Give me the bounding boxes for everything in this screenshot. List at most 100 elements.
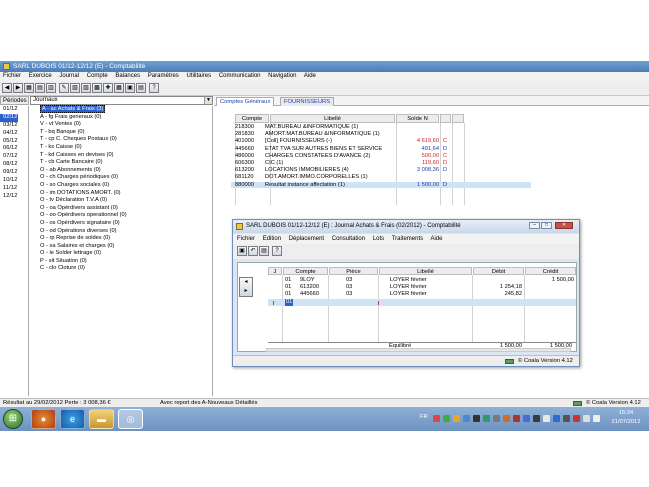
menu-aide[interactable]: Aide bbox=[304, 73, 316, 79]
dialog-menu-deplacement[interactable]: Déplacement bbox=[289, 236, 324, 242]
column-header-j[interactable]: J bbox=[268, 267, 282, 275]
tray-app-icon[interactable] bbox=[513, 415, 520, 422]
periode-item[interactable]: 11/12 bbox=[0, 185, 28, 193]
account-row[interactable]: 445660 ETAT TVA SUR AUTRES BIENS ET SERVI… bbox=[231, 146, 531, 153]
undo-icon[interactable]: ↶ bbox=[248, 246, 258, 256]
journal-entry-row[interactable]: 01 445660 03 LOYER février 245,82 bbox=[268, 291, 576, 298]
grid-icon[interactable]: ▤ bbox=[35, 83, 45, 93]
journal-item[interactable]: O - oo Opérdivers operationnel (0) bbox=[30, 212, 212, 220]
column-header-compte[interactable]: Compte bbox=[235, 114, 269, 123]
journal-item[interactable]: O - le Solder lettrage (0) bbox=[30, 250, 212, 258]
journal-item[interactable]: A - fg Frais generaux (0) bbox=[30, 114, 212, 122]
new-entry-j-cell[interactable]: 01 bbox=[285, 299, 294, 306]
tray-app-icon[interactable] bbox=[453, 415, 460, 422]
network-icon[interactable] bbox=[583, 415, 590, 422]
internet-explorer-icon[interactable]: e bbox=[60, 409, 85, 429]
journal-item[interactable]: O - so Charges sociales (0) bbox=[30, 182, 212, 190]
back-arrow-icon[interactable]: ◀ bbox=[2, 83, 12, 93]
entry-debit[interactable]: 245,82 bbox=[474, 291, 522, 298]
menu-balances[interactable]: Balances bbox=[115, 73, 140, 79]
menu-navigation[interactable]: Navigation bbox=[268, 73, 296, 79]
tray-app-icon[interactable] bbox=[533, 415, 540, 422]
column-header-compte[interactable]: Compte bbox=[283, 267, 328, 275]
open-journal-icon[interactable]: ▦ bbox=[24, 83, 34, 93]
journal-item[interactable]: O - im DOTATIONS AMORT. (0) bbox=[30, 190, 212, 198]
column-header-libelle[interactable]: Libellé bbox=[270, 114, 395, 123]
journal-item[interactable]: C - clo Cloture (0) bbox=[30, 265, 212, 273]
tray-app-icon[interactable] bbox=[463, 415, 470, 422]
entry-j[interactable]: 01 bbox=[285, 291, 291, 298]
periode-item[interactable]: 01/12 bbox=[0, 106, 28, 114]
journal-item[interactable]: O - oa Opérdivers assistant (0) bbox=[30, 205, 212, 213]
journal-item[interactable]: O - od Opérations diverses (0) bbox=[30, 228, 212, 236]
entry-j[interactable]: 01 bbox=[285, 277, 291, 284]
column-header-solde[interactable]: Solde N bbox=[396, 114, 439, 123]
report-icon[interactable]: ▧ bbox=[70, 83, 80, 93]
tray-app-icon[interactable] bbox=[433, 415, 440, 422]
maximize-icon[interactable]: □ bbox=[541, 222, 552, 229]
column-header-libelle[interactable]: Libellé bbox=[379, 267, 472, 275]
journal-entry-row[interactable]: 01 613200 03 LOYER février 1 254,18 bbox=[268, 284, 576, 291]
file-explorer-icon[interactable]: ▬ bbox=[89, 409, 114, 429]
journal-item[interactable]: P - sit Situation (0) bbox=[30, 258, 212, 266]
periode-item[interactable]: 06/12 bbox=[0, 145, 28, 153]
account-row[interactable]: 486000 CHARGES CONSTATEES D'AVANCE (2) 500… bbox=[231, 153, 531, 160]
entry-credit[interactable]: 1 500,00 bbox=[526, 277, 574, 284]
journal-item[interactable]: O - ab Abonnements (0) bbox=[30, 167, 212, 175]
menu-exercice[interactable]: Exercice bbox=[29, 73, 52, 79]
entry-label[interactable]: LOYER février bbox=[390, 284, 427, 291]
account-row[interactable]: 681120 DOT.AMORT.IMMO.CORPORELLES (1) bbox=[231, 174, 531, 181]
close-icon[interactable]: ✕ bbox=[555, 222, 573, 229]
journal-item[interactable]: O - ch Charges périodiques (0) bbox=[30, 174, 212, 182]
tray-app-icon[interactable] bbox=[503, 415, 510, 422]
entry-debit[interactable]: 1 254,18 bbox=[474, 284, 522, 291]
entry-account[interactable]: 613200 bbox=[300, 284, 319, 291]
entry-j[interactable]: 01 bbox=[285, 284, 291, 291]
add-icon[interactable]: ✚ bbox=[103, 83, 113, 93]
forward-arrow-icon[interactable]: ▶ bbox=[13, 83, 23, 93]
entry-piece[interactable]: 03 bbox=[346, 277, 352, 284]
horizontal-scrollbar[interactable] bbox=[266, 348, 571, 352]
minimize-icon[interactable]: – bbox=[529, 222, 540, 229]
start-button-icon[interactable]: ⊞ bbox=[3, 409, 23, 429]
account-row[interactable]: 401000 [Coll] FOURNISSEURS (-) 4 619,60 C bbox=[231, 138, 531, 145]
dialog-menu-lots[interactable]: Lots bbox=[373, 236, 384, 242]
tray-app-icon[interactable] bbox=[493, 415, 500, 422]
journal-item[interactable]: O - os Opérdivers signataire (0) bbox=[30, 220, 212, 228]
journal-item[interactable]: O - rp Reprise de soldes (0) bbox=[30, 235, 212, 243]
periode-item[interactable]: 03/12 bbox=[0, 122, 28, 130]
clock-time[interactable]: 15:34 bbox=[611, 410, 641, 416]
dialog-menu-fichier[interactable]: Fichier bbox=[237, 236, 255, 242]
journal-item[interactable]: T - cb Carte Bancaire (0) bbox=[30, 159, 212, 167]
dialog-menu-consultation[interactable]: Consultation bbox=[332, 236, 365, 242]
column-header-piece[interactable]: Pièce bbox=[329, 267, 378, 275]
coala-taskbar-icon[interactable]: ◎ bbox=[118, 409, 143, 429]
tray-app-icon[interactable] bbox=[443, 415, 450, 422]
periode-item[interactable]: 07/12 bbox=[0, 153, 28, 161]
ledger-icon[interactable]: ▥ bbox=[46, 83, 56, 93]
periode-item[interactable]: 10/12 bbox=[0, 177, 28, 185]
chart-icon[interactable]: ▦ bbox=[114, 83, 124, 93]
tab-comptes-generaux[interactable]: Comptes Généraux bbox=[216, 97, 275, 106]
dialog-menu-traitements[interactable]: Traitements bbox=[392, 236, 423, 242]
journal-item[interactable]: O - sa Salaires et charges (0) bbox=[30, 243, 212, 251]
calculator-icon[interactable]: ▩ bbox=[92, 83, 102, 93]
periode-item[interactable]: 09/12 bbox=[0, 169, 28, 177]
column-header-credit[interactable]: Crédit bbox=[525, 267, 576, 275]
export-icon[interactable]: ▤ bbox=[136, 83, 146, 93]
journal-item[interactable]: T - bq Banque (0) bbox=[30, 129, 212, 137]
journal-item-selected[interactable]: A - ac Achats & Frais (3) bbox=[30, 105, 212, 114]
print-icon[interactable]: ▣ bbox=[237, 246, 247, 256]
menu-fichier[interactable]: Fichier bbox=[3, 73, 21, 79]
copy-icon[interactable]: ▤ bbox=[259, 246, 269, 256]
dialog-menu-edition[interactable]: Edition bbox=[263, 236, 281, 242]
tray-app-icon[interactable] bbox=[473, 415, 480, 422]
balance-icon[interactable]: ▨ bbox=[81, 83, 91, 93]
menu-journal[interactable]: Journal bbox=[59, 73, 79, 79]
clock-date[interactable]: 21/07/2012 bbox=[611, 419, 641, 425]
account-row[interactable]: 218300 MAT.BUREAU &INFORMATIQUE (1) bbox=[231, 124, 531, 131]
help-icon[interactable]: ? bbox=[272, 246, 282, 256]
periode-item[interactable]: 08/12 bbox=[0, 161, 28, 169]
journal-item[interactable]: V - vt Ventes (0) bbox=[30, 121, 212, 129]
edit-icon[interactable]: ✎ bbox=[59, 83, 69, 93]
